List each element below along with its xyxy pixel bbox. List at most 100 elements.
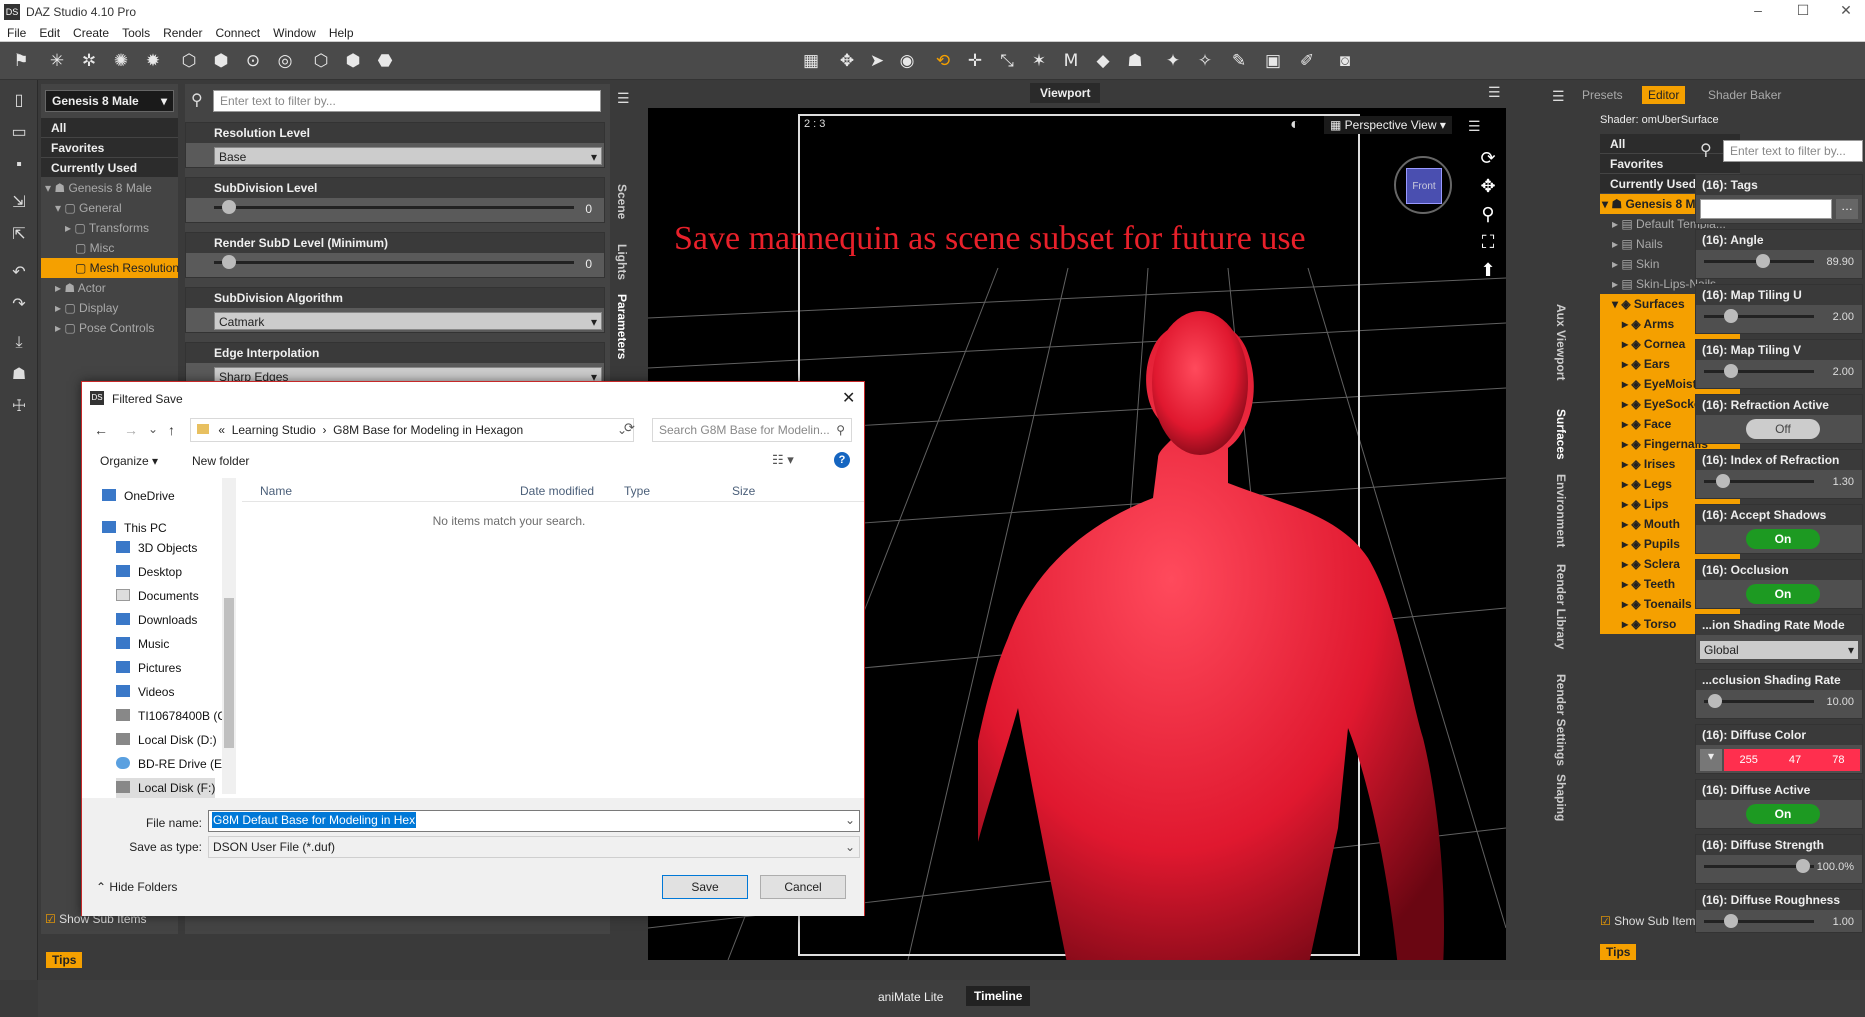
- tab-aux-viewport[interactable]: Aux Viewport: [1554, 304, 1568, 380]
- reset-view-icon[interactable]: ⬆: [1478, 256, 1498, 284]
- menu-help[interactable]: Help: [322, 24, 360, 40]
- import-icon[interactable]: ⇲: [6, 190, 32, 216]
- translate-tool-icon[interactable]: ✛: [962, 48, 988, 74]
- tab-environment[interactable]: Environment: [1554, 474, 1568, 547]
- close-icon[interactable]: ✕: [842, 388, 855, 408]
- close-button[interactable]: ✕: [1828, 2, 1864, 19]
- address-bar[interactable]: « Learning Studio › G8M Base for Modelin…: [190, 418, 634, 442]
- group-favorites[interactable]: Favorites: [1600, 154, 1740, 174]
- scale-tool-icon[interactable]: ⤡: [994, 48, 1020, 74]
- zoom-icon[interactable]: ⚲: [1478, 200, 1498, 228]
- shading-rate-mode-select[interactable]: Global ▾: [1700, 641, 1858, 659]
- tab-surfaces[interactable]: Surfaces: [1554, 409, 1568, 460]
- menu-create[interactable]: Create: [66, 24, 115, 40]
- prop-value[interactable]: 100.0%: [1817, 861, 1854, 873]
- create-sphere-icon[interactable]: ⊙: [240, 48, 266, 74]
- prop-value[interactable]: 1.30: [1833, 476, 1854, 488]
- col-size[interactable]: Size: [732, 484, 755, 498]
- subd-algorithm-select[interactable]: Catmark ▾: [214, 312, 602, 330]
- node-pose-icon[interactable]: ◉: [894, 48, 920, 74]
- forward-arrow-icon[interactable]: →: [124, 422, 138, 438]
- help-icon[interactable]: ?: [834, 452, 850, 468]
- grid-icon[interactable]: ▦: [798, 48, 824, 74]
- slider-knob[interactable]: [1756, 254, 1770, 268]
- recent-chevron-icon[interactable]: ⌄: [148, 422, 158, 436]
- measure-icon[interactable]: ✐: [1294, 48, 1320, 74]
- back-arrow-icon[interactable]: ←: [94, 422, 108, 438]
- col-name[interactable]: Name: [260, 484, 292, 498]
- chevron-down-icon[interactable]: ⌄: [845, 813, 855, 827]
- rotate-tool-icon[interactable]: ⟲: [930, 48, 956, 74]
- col-type[interactable]: Type: [624, 484, 650, 498]
- nav-desktop[interactable]: Desktop: [116, 562, 182, 582]
- param-value[interactable]: 0: [585, 257, 592, 271]
- tree-misc[interactable]: ▢ Misc: [41, 238, 178, 258]
- region-navigator-icon[interactable]: ◆: [1090, 48, 1116, 74]
- frame-icon[interactable]: ⛶: [1478, 228, 1498, 256]
- nav-3d-objects[interactable]: 3D Objects: [116, 538, 197, 558]
- slider-knob[interactable]: [1724, 914, 1738, 928]
- nav-documents[interactable]: Documents: [116, 586, 199, 606]
- tips-button-right[interactable]: Tips: [1600, 944, 1637, 960]
- file-list[interactable]: Name Date modified Type Size No items ma…: [242, 478, 864, 798]
- nav-drive-c[interactable]: TI10678400B (C:): [116, 706, 233, 726]
- create-plane-icon[interactable]: ◎: [272, 48, 298, 74]
- create-primitive-icon[interactable]: ⬡: [308, 48, 334, 74]
- resolution-level-select[interactable]: Base ▾: [214, 147, 602, 165]
- save-button[interactable]: Save: [662, 875, 748, 899]
- file-name-input[interactable]: G8M Defaut Base for Modeling in Hex ⌄: [208, 810, 860, 832]
- prop-value[interactable]: 2.00: [1833, 366, 1854, 378]
- geometry-editor-icon[interactable]: ⬡: [176, 48, 202, 74]
- spot-camera-icon[interactable]: ▣: [1260, 48, 1286, 74]
- panel-menu-icon[interactable]: ☰: [1552, 88, 1565, 105]
- hide-folders-toggle[interactable]: ⌃ Hide Folders: [96, 880, 177, 894]
- prop-value[interactable]: 89.90: [1826, 256, 1854, 268]
- group-currently-used[interactable]: Currently Used: [41, 158, 178, 178]
- dialog-search-input[interactable]: Search G8M Base for Modelin... ⚲: [652, 418, 852, 442]
- tree-genesis[interactable]: ▾ ☗ Genesis 8 Male: [41, 178, 178, 198]
- nav-drive-f[interactable]: Local Disk (F:): [116, 778, 216, 798]
- tree-display[interactable]: ▸ ▢ Display: [41, 298, 178, 318]
- view-cube[interactable]: Front: [1394, 156, 1452, 214]
- prop-value[interactable]: 1.00: [1833, 916, 1854, 928]
- new-scene-icon[interactable]: ▯: [6, 88, 32, 114]
- tree-pose-controls[interactable]: ▸ ▢ Pose Controls: [41, 318, 178, 338]
- nav-this-pc[interactable]: This PC: [102, 518, 167, 538]
- tab-render-library[interactable]: Render Library: [1554, 564, 1568, 649]
- tab-lights[interactable]: Lights: [615, 244, 629, 280]
- redo-icon[interactable]: ↷: [6, 292, 32, 318]
- tab-shader-baker[interactable]: Shader Baker: [1708, 88, 1781, 102]
- view-cube-face[interactable]: Front: [1406, 168, 1442, 204]
- panel-menu-icon[interactable]: ☰: [617, 90, 630, 107]
- tab-animate-lite[interactable]: aniMate Lite: [878, 990, 943, 1004]
- create-group-icon[interactable]: ⬣: [372, 48, 398, 74]
- drop-to-floor-icon[interactable]: ⤓: [6, 330, 32, 356]
- node-weight-icon[interactable]: ✲: [76, 48, 102, 74]
- scrollbar-thumb[interactable]: [224, 598, 234, 748]
- menu-file[interactable]: File: [0, 24, 32, 40]
- joint-editor-icon[interactable]: ✳: [44, 48, 70, 74]
- new-folder-button[interactable]: New folder: [192, 454, 249, 468]
- light-tool-icon[interactable]: ✧: [1192, 48, 1218, 74]
- create-instance-icon[interactable]: ⬢: [340, 48, 366, 74]
- undo-icon[interactable]: ↶: [6, 260, 32, 286]
- slider-knob[interactable]: [1724, 364, 1738, 378]
- tags-input[interactable]: [1700, 199, 1832, 219]
- up-arrow-icon[interactable]: ↑: [168, 422, 175, 438]
- slider-knob[interactable]: [1716, 474, 1730, 488]
- tags-more-button[interactable]: …: [1836, 199, 1858, 219]
- menu-render[interactable]: Render: [156, 24, 208, 40]
- figure-select[interactable]: Genesis 8 Male ▾: [45, 90, 174, 112]
- menu-edit[interactable]: Edit: [32, 24, 66, 40]
- tab-presets[interactable]: Presets: [1582, 88, 1623, 102]
- path-segment[interactable]: G8M Base for Modeling in Hexagon: [333, 423, 523, 437]
- tree-transforms[interactable]: ▸ ▢ Transforms: [41, 218, 178, 238]
- refresh-icon[interactable]: ⟳: [624, 420, 635, 436]
- nav-drive-e[interactable]: BD-RE Drive (E:): [116, 754, 229, 774]
- shading-mode-icon[interactable]: ◐: [1290, 116, 1300, 134]
- pose-icon[interactable]: ☩: [6, 394, 32, 420]
- view-options-icon[interactable]: ☷ ▾: [772, 452, 794, 468]
- organize-menu[interactable]: Organize ▾: [100, 454, 158, 468]
- subd-level-slider[interactable]: [214, 206, 574, 209]
- open-file-icon[interactable]: ▭: [6, 120, 32, 146]
